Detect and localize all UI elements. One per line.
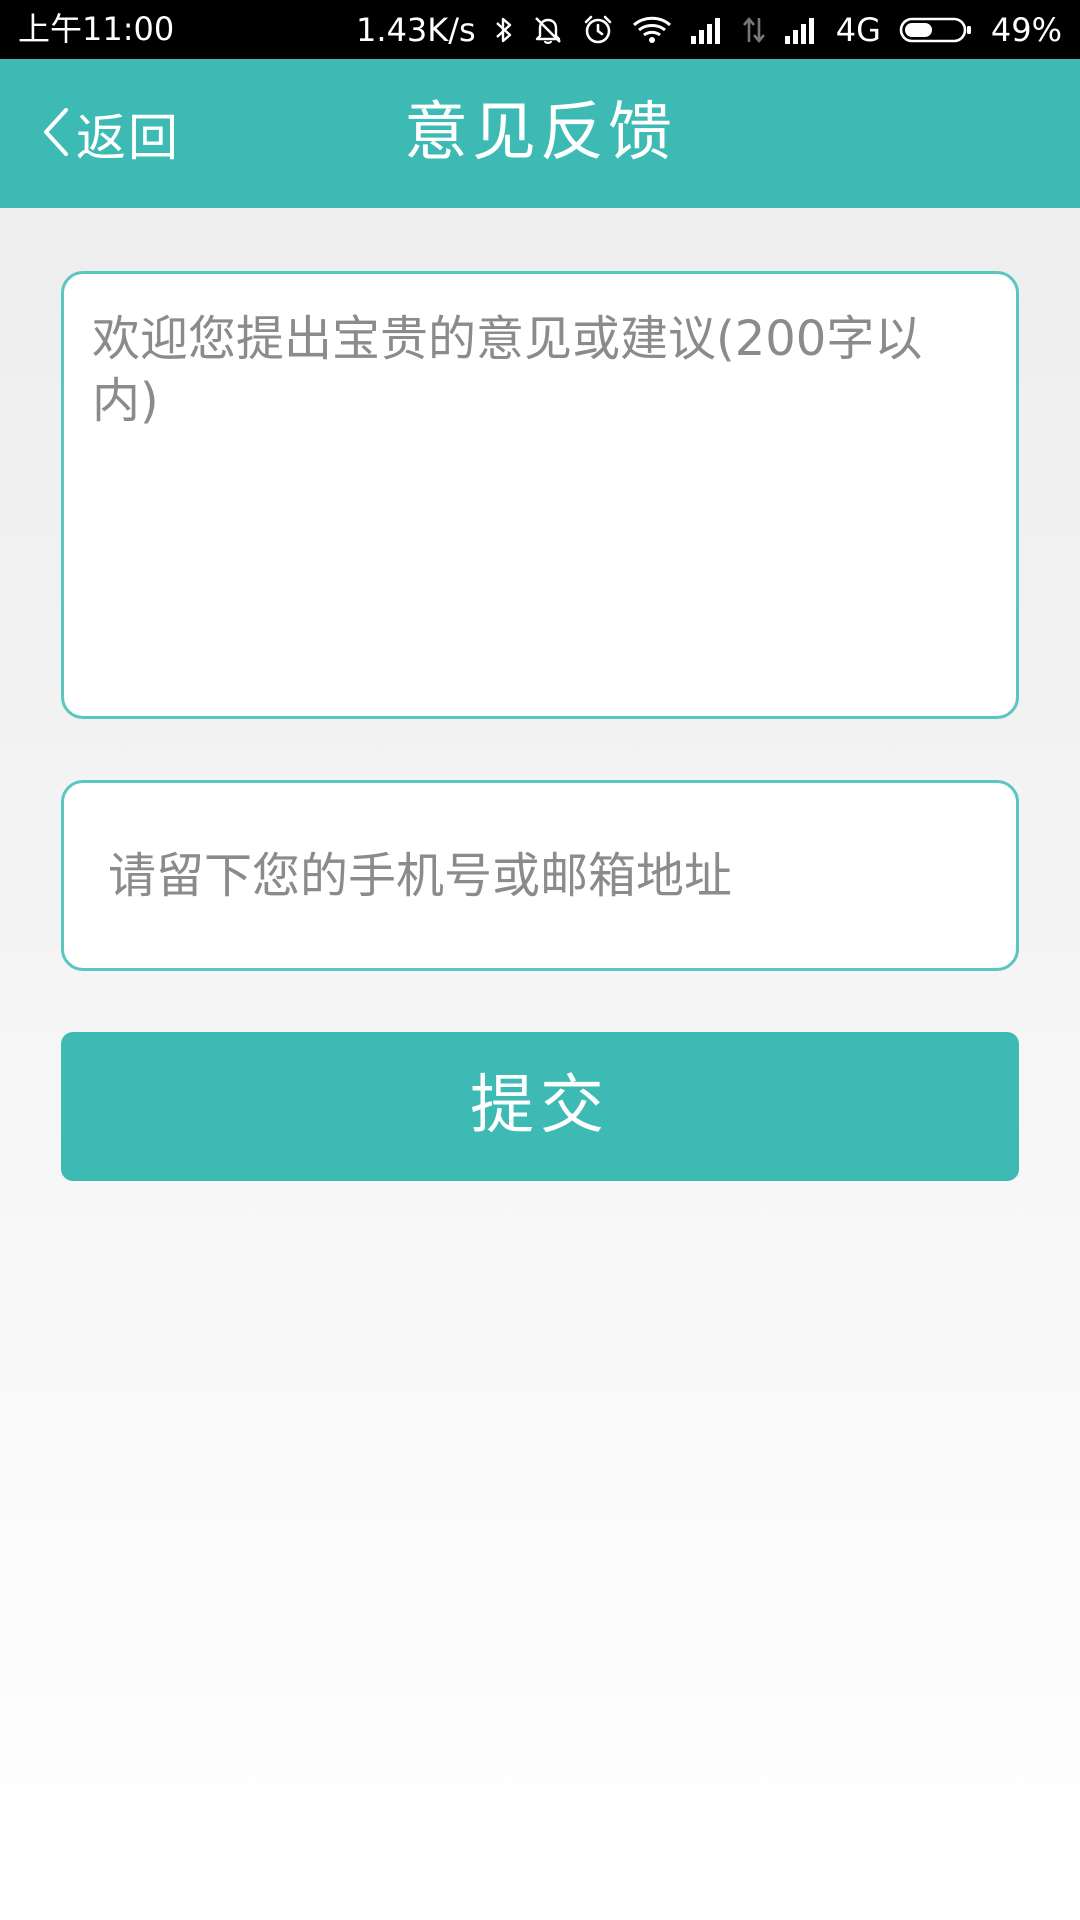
network-speed: 1.43K/s [356, 10, 476, 49]
mute-icon [532, 14, 564, 46]
feedback-textarea[interactable] [92, 308, 988, 682]
signal-icon [690, 16, 724, 44]
battery-icon [899, 15, 973, 45]
contact-input-container [61, 780, 1019, 971]
contact-input[interactable] [108, 847, 972, 904]
wifi-icon [632, 14, 672, 46]
feedback-textarea-container [61, 271, 1019, 719]
signal-icon [784, 16, 818, 44]
bluetooth-icon [494, 14, 514, 46]
alarm-icon [582, 14, 614, 46]
page-title: 意见反馈 [404, 96, 676, 170]
submit-button[interactable]: 提交 [61, 1032, 1019, 1181]
network-type: 4G [835, 10, 881, 49]
status-bar: 上午11:00 1.43K/s 4G 49% [0, 0, 1080, 59]
status-indicators: 1.43K/s 4G 49% [356, 0, 1062, 59]
app-bar: 返回 意见反馈 [0, 59, 1080, 208]
data-transfer-icon [742, 15, 766, 45]
status-time: 上午11:00 [18, 10, 175, 48]
battery-percent: 49% [990, 10, 1062, 49]
